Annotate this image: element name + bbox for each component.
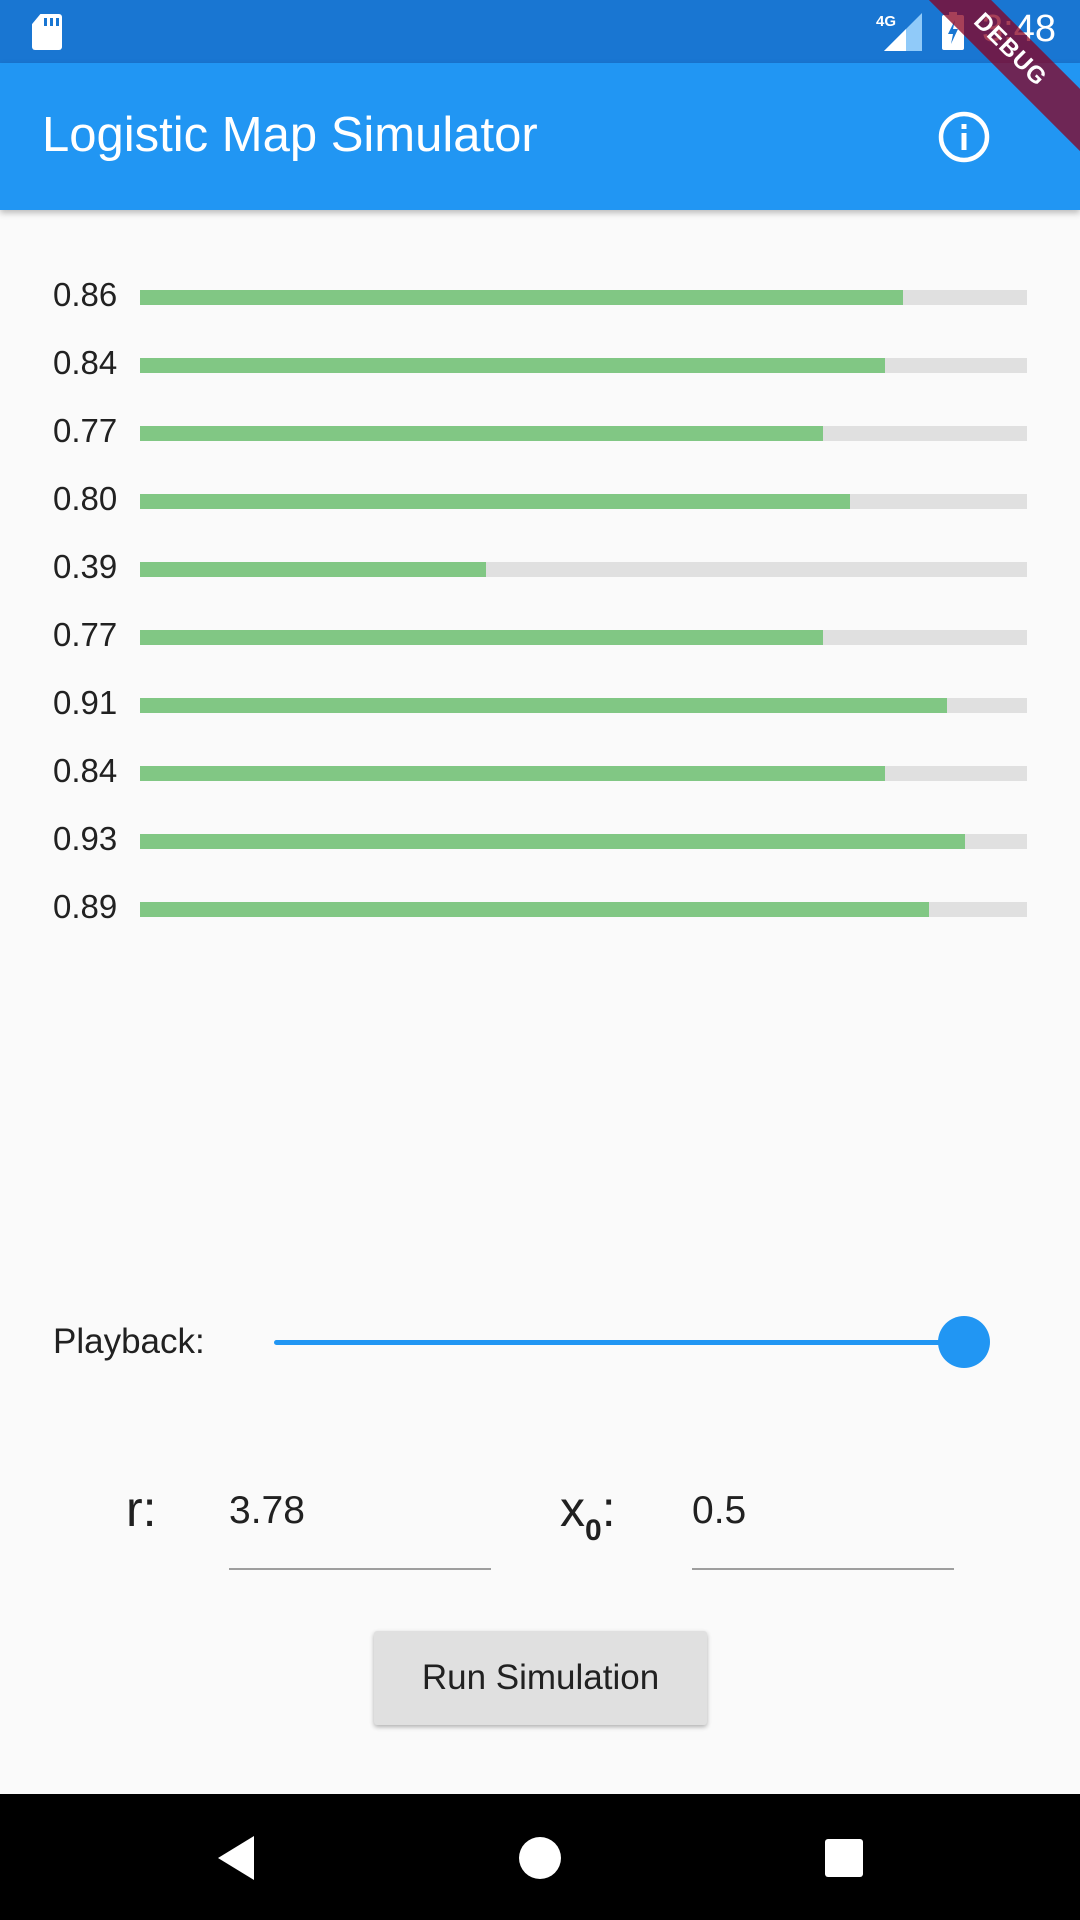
back-button[interactable] [208,1826,272,1890]
app-title: Logistic Map Simulator [42,108,538,162]
iteration-row: 0.86 [0,270,1080,330]
iteration-row: 0.39 [0,542,1080,602]
iteration-value-label: 0.39 [53,548,118,585]
status-bar: 4G 3:48 [0,0,1080,63]
back-icon [218,1836,254,1880]
iteration-value-label: 0.84 [53,752,118,789]
iteration-row: 0.77 [0,610,1080,670]
iteration-row: 0.91 [0,678,1080,738]
iteration-bar-fill [140,426,823,441]
iteration-bar-fill [140,562,486,577]
slider-track[interactable] [274,1340,964,1345]
iteration-bar-fill [140,698,948,713]
iteration-value-label: 0.80 [53,480,118,517]
x0-label-colon: : [601,1481,616,1537]
iteration-row: 0.84 [0,746,1080,806]
r-label: r: [126,1481,157,1537]
x0-label: x0: [560,1480,616,1547]
battery-charging-icon [942,12,964,50]
iteration-value-label: 0.84 [53,344,118,381]
r-input[interactable] [229,1480,491,1570]
info-icon [938,111,990,163]
recents-button[interactable] [812,1826,876,1890]
app-bar: Logistic Map Simulator [0,63,1080,210]
iteration-row: 0.77 [0,406,1080,466]
playback-slider[interactable] [272,1310,992,1374]
iteration-bar-track [140,698,1027,713]
iteration-bar-fill [140,494,850,509]
iteration-value-label: 0.77 [53,616,118,653]
signal-icon [884,13,922,51]
playback-label: Playback: [53,1322,205,1361]
iteration-bar-track [140,766,1027,781]
iteration-value-label: 0.77 [53,412,118,449]
x0-label-subscript: 0 [585,1514,602,1547]
x0-label-base: x [560,1481,585,1537]
iteration-bar-track [140,426,1027,441]
iteration-row: 0.84 [0,338,1080,398]
iteration-value-label: 0.91 [53,684,118,721]
clock: 3:48 [982,8,1056,50]
iteration-bar-fill [140,630,823,645]
slider-thumb[interactable] [938,1316,990,1368]
x0-input[interactable] [692,1480,954,1570]
recents-icon [825,1839,863,1877]
iteration-bar-fill [140,902,930,917]
iteration-bar-track [140,630,1027,645]
home-icon [519,1837,561,1879]
iteration-bar-fill [140,290,903,305]
iteration-bar-fill [140,834,965,849]
sd-card-icon [32,14,62,50]
iteration-bar-track [140,834,1027,849]
iteration-bar-track [140,494,1027,509]
iteration-row: 0.89 [0,882,1080,942]
iteration-value-label: 0.86 [53,276,118,313]
info-button[interactable] [930,103,998,171]
iteration-bar-track [140,562,1027,577]
iteration-bar-track [140,358,1027,373]
navigation-bar [0,1794,1080,1920]
iteration-row: 0.80 [0,474,1080,534]
iteration-bar-fill [140,766,886,781]
iteration-bar-track [140,902,1027,917]
iteration-row: 0.93 [0,814,1080,874]
iteration-bar-track [140,290,1027,305]
run-simulation-button[interactable]: Run Simulation [374,1631,707,1725]
iteration-value-label: 0.93 [53,820,118,857]
iteration-value-label: 0.89 [53,888,118,925]
home-button[interactable] [508,1826,572,1890]
iteration-bar-fill [140,358,886,373]
